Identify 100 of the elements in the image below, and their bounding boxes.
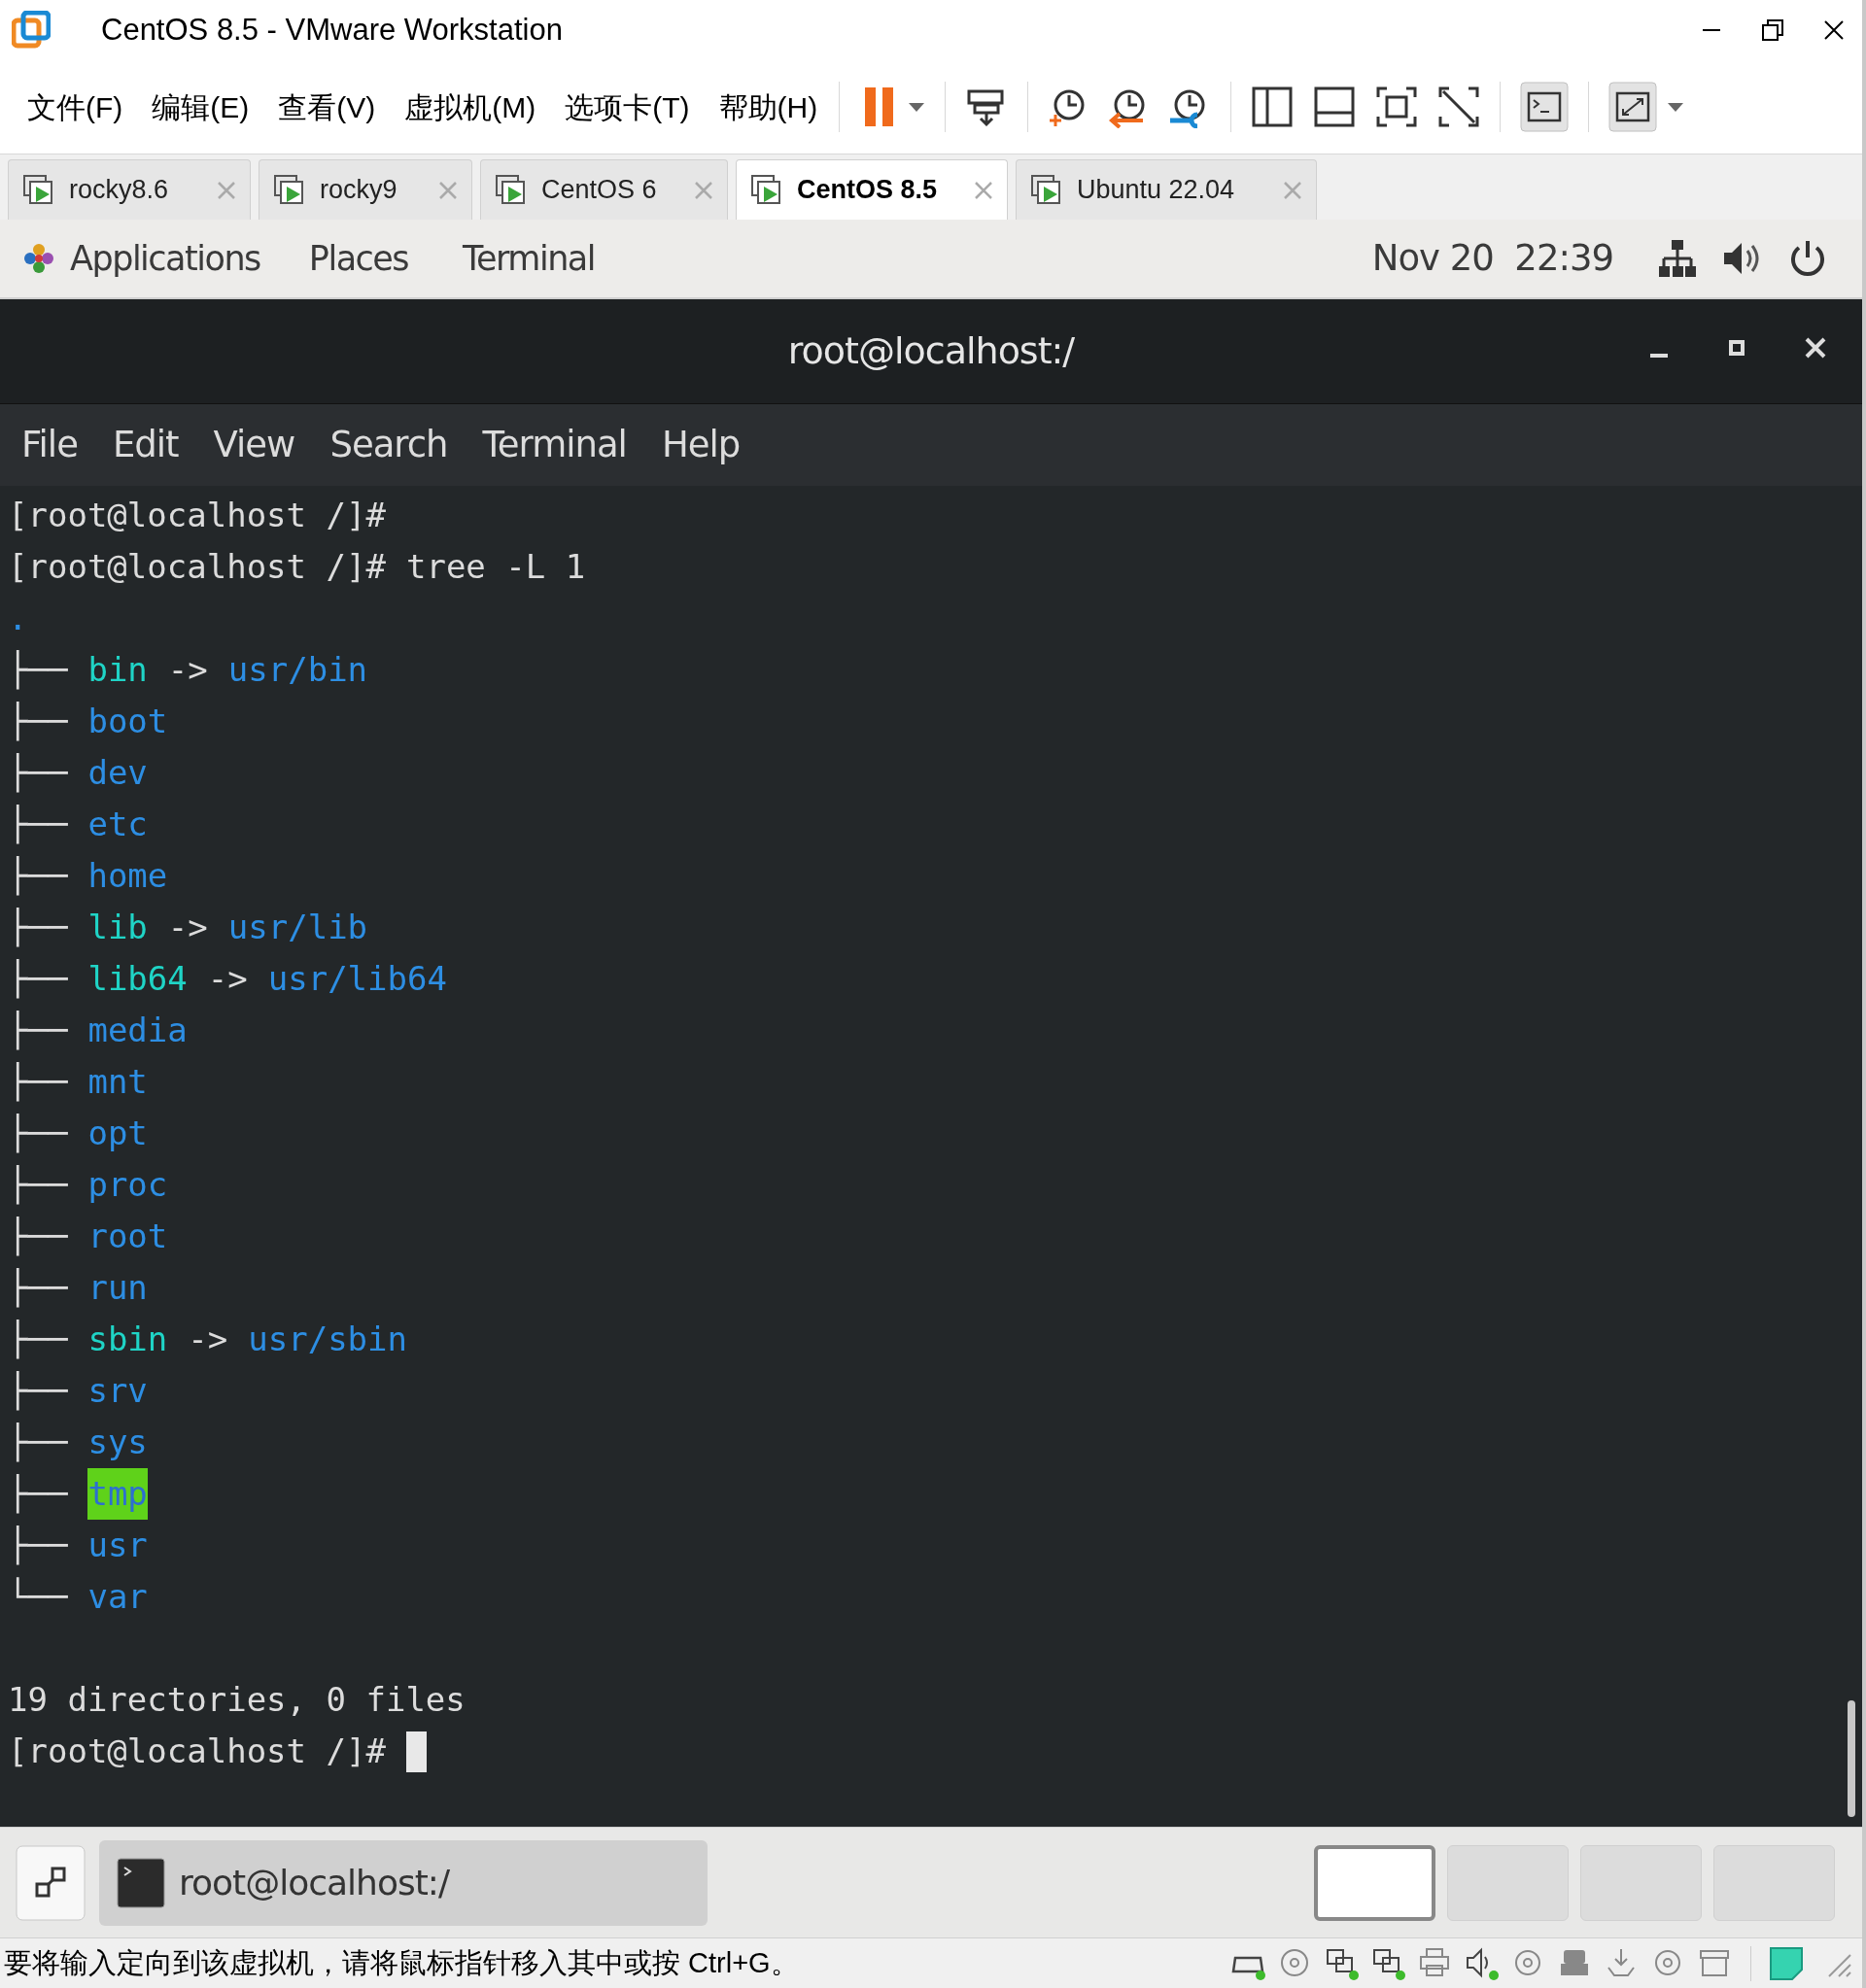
tree-branch: ├── — [8, 958, 68, 1001]
tree-branch: ├── — [8, 1370, 68, 1413]
tree-branch: ├── — [8, 1061, 68, 1104]
link-target: usr/sbin — [248, 1319, 408, 1360]
clock[interactable]: Nov 20 22:39 — [1371, 231, 1613, 286]
link-arrow: -> — [188, 1319, 228, 1360]
tree-branch: ├── — [8, 1113, 68, 1155]
menu-item[interactable]: 虚拟机(M) — [402, 85, 538, 129]
link-target: usr/bin — [227, 649, 368, 691]
vm-tab[interactable]: CentOS 6 — [480, 159, 728, 220]
menu-item[interactable]: Search — [329, 418, 448, 472]
terminal-title: root@localhost:/ — [787, 328, 1075, 374]
status-message: 要将输入定向到该虚拟机，请将鼠标指针移入其中或按 Ctrl+G。 — [4, 1945, 799, 1980]
vm-tab[interactable]: rocky8.6 — [8, 159, 251, 220]
tree-branch: ├── — [8, 1422, 68, 1464]
link-arrow: -> — [207, 958, 248, 1000]
menu-item[interactable]: Edit — [112, 418, 179, 472]
directory-name: usr — [87, 1525, 148, 1566]
directory-name: run — [87, 1267, 148, 1309]
tree-branch: └── — [8, 1576, 68, 1618]
tree-branch: ├── — [8, 649, 68, 692]
network-icon[interactable] — [1658, 238, 1697, 279]
directory-name: mnt — [87, 1061, 148, 1103]
close-icon[interactable] — [1823, 19, 1845, 41]
output-text: 19 directories, 0 files — [8, 1679, 466, 1721]
menu-item[interactable]: Help — [661, 418, 741, 472]
workspace-switch[interactable] — [1713, 1844, 1835, 1921]
symlink-name: sbin — [87, 1319, 168, 1360]
symlink-name: lib — [87, 907, 148, 948]
caret-icon[interactable] — [908, 101, 926, 113]
window-list-button[interactable]: root@localhost:/ — [99, 1839, 708, 1926]
directory-name: home — [87, 855, 168, 897]
directory-name: var — [87, 1576, 148, 1618]
menu-item[interactable]: 选项卡(T) — [563, 85, 692, 129]
flower-logo-icon — [21, 241, 56, 276]
tree-branch: ├── — [8, 1010, 68, 1052]
menu-item[interactable]: File — [21, 418, 78, 472]
unity-off-icon[interactable] — [1437, 86, 1481, 128]
directory-name: sys — [87, 1422, 148, 1463]
shell-prompt: [root@localhost /]# — [8, 546, 386, 588]
app-logo-icon — [12, 11, 51, 50]
tree-branch: ├── — [8, 907, 68, 949]
tree-branch: ├── — [8, 855, 68, 898]
speaker-icon[interactable] — [1465, 1945, 1500, 1981]
directory-name: tmp — [87, 1468, 148, 1520]
menu-item[interactable]: Terminal — [482, 418, 627, 472]
console-icon[interactable] — [1520, 82, 1570, 132]
tree-branch: ├── — [8, 1267, 68, 1310]
tree-branch: ├── — [8, 1164, 68, 1207]
symlink-name: bin — [87, 649, 148, 691]
tree-branch: ├── — [8, 804, 68, 846]
shell-prompt: [root@localhost /]# — [8, 1731, 386, 1772]
sidebar-view-icon[interactable] — [1251, 86, 1295, 128]
directory-name: proc — [87, 1164, 168, 1206]
directory-name: opt — [87, 1113, 148, 1154]
thumbnail-view-icon[interactable] — [1313, 86, 1357, 128]
restore-icon[interactable] — [1761, 18, 1784, 42]
scrollbar-thumb[interactable] — [1848, 1700, 1855, 1817]
shell-prompt: [root@localhost /]# — [8, 495, 386, 536]
menu-item[interactable]: View — [213, 418, 295, 472]
stretch-icon[interactable] — [1608, 82, 1658, 132]
link-target: usr/lib — [227, 907, 368, 948]
menu-item[interactable]: 查看(V) — [276, 85, 378, 129]
vm-tab[interactable]: Ubuntu 22.04 — [1016, 159, 1317, 220]
vm-tab[interactable]: rocky9 — [259, 159, 472, 220]
link-arrow: -> — [167, 649, 208, 691]
window-title: CentOS 8.5 - VMware Workstation — [101, 11, 563, 49]
tree-branch: ├── — [8, 1473, 68, 1516]
workspace-switch[interactable] — [1580, 1844, 1702, 1921]
symlink-name: lib64 — [87, 958, 188, 1000]
tree-branch: ├── — [8, 752, 68, 795]
panel-menu[interactable]: Places — [308, 232, 409, 285]
note-icon[interactable] — [1769, 1945, 1804, 1981]
menu-item[interactable]: 编辑(E) — [150, 85, 252, 129]
directory-name: dev — [87, 752, 148, 794]
panel-menu[interactable]: Terminal — [463, 232, 595, 285]
tree-root: . — [8, 598, 28, 639]
power-icon[interactable] — [1788, 238, 1827, 279]
vm-tab[interactable]: CentOS 8.5 — [736, 159, 1008, 220]
panel-menu[interactable]: Applications — [70, 232, 260, 285]
workspace-switch[interactable] — [1447, 1844, 1569, 1921]
tree-branch: ├── — [8, 1216, 68, 1258]
link-arrow: -> — [167, 907, 208, 948]
terminal-icon — [117, 1857, 165, 1908]
link-target: usr/lib64 — [267, 958, 447, 1000]
full-screen-icon[interactable] — [1375, 86, 1419, 128]
directory-name: srv — [87, 1370, 148, 1412]
directory-name: root — [87, 1216, 168, 1257]
show-desktop-icon[interactable] — [16, 1844, 86, 1921]
tree-branch: ├── — [8, 1319, 68, 1361]
directory-name: boot — [87, 701, 168, 742]
menu-item[interactable]: 帮助(H) — [716, 85, 820, 129]
tree-branch: ├── — [8, 1525, 68, 1567]
directory-name: media — [87, 1010, 188, 1051]
caret-icon[interactable] — [1667, 101, 1685, 113]
directory-name: etc — [87, 804, 148, 845]
command-text: tree -L 1 — [405, 546, 586, 588]
tree-branch: ├── — [8, 701, 68, 743]
menu-item[interactable]: 文件(F) — [25, 85, 125, 129]
workspace-switch[interactable] — [1314, 1844, 1435, 1921]
